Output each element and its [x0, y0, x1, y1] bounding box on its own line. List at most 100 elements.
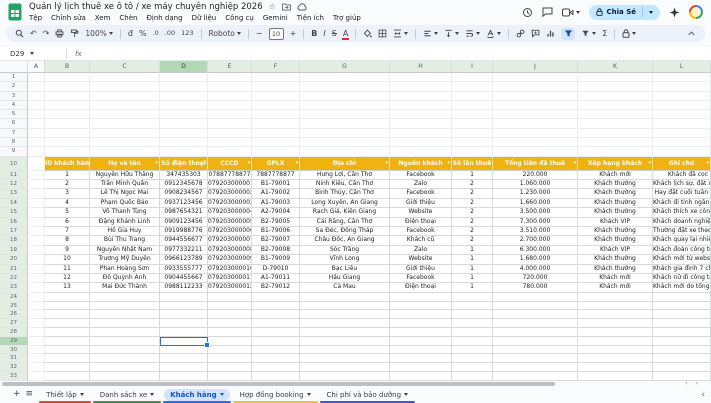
row-header-2[interactable]: 2	[0, 82, 28, 91]
row-header-3[interactable]: 3	[0, 92, 28, 101]
cell-D27[interactable]	[160, 319, 208, 328]
cell-G10[interactable]: Địa chỉ▾	[300, 157, 390, 171]
filter-dropdown-icon[interactable]: ▾	[203, 157, 206, 170]
italic-button[interactable]: I	[323, 30, 325, 38]
cell-E15[interactable]: 079203000004	[208, 208, 252, 217]
cell-H15[interactable]: Website	[390, 208, 452, 217]
cell-A5[interactable]	[28, 110, 45, 119]
cell-K1[interactable]	[578, 73, 653, 82]
cell-J15[interactable]: 3.500.000	[493, 208, 578, 217]
cell-H20[interactable]: Website	[390, 255, 452, 264]
cell-K31[interactable]	[578, 354, 653, 363]
cell-H9[interactable]	[390, 147, 452, 156]
cell-E13[interactable]: 079203000002	[208, 189, 252, 198]
cell-G21[interactable]: Bạc Liêu	[300, 265, 390, 274]
cell-B31[interactable]	[45, 354, 90, 363]
filter-dropdown-icon[interactable]: ▾	[573, 157, 576, 170]
fill-handle[interactable]	[204, 342, 210, 348]
cell-H28[interactable]	[390, 328, 452, 337]
cell-J28[interactable]	[493, 328, 578, 337]
cell-H4[interactable]	[390, 101, 452, 110]
cell-K18[interactable]: Khách thường	[578, 236, 653, 245]
cell-E11[interactable]: 07887778877	[208, 171, 252, 180]
cell-E8[interactable]	[208, 138, 252, 147]
cell-G25[interactable]	[300, 302, 390, 311]
collapse-toolbar-icon[interactable]	[687, 30, 696, 37]
cell-I32[interactable]	[452, 363, 493, 372]
cell-K32[interactable]	[578, 363, 653, 372]
cell-G15[interactable]: Rạch Giá, Kiên Giang	[300, 208, 390, 217]
cell-E28[interactable]	[208, 328, 252, 337]
cell-I7[interactable]	[452, 129, 493, 138]
cell-B8[interactable]	[45, 138, 90, 147]
cell-I12[interactable]: 2	[452, 180, 493, 189]
strikethrough-button[interactable]: S	[332, 30, 337, 38]
cell-F32[interactable]	[252, 363, 300, 372]
cell-H3[interactable]	[390, 92, 452, 101]
cell-A9[interactable]	[28, 147, 45, 156]
sheet-tab-menu-icon[interactable]	[150, 393, 154, 396]
cell-D9[interactable]	[160, 147, 208, 156]
cell-K27[interactable]	[578, 319, 653, 328]
cell-E31[interactable]	[208, 354, 252, 363]
cell-H14[interactable]: Giới thiệu	[390, 199, 452, 208]
cell-K30[interactable]	[578, 346, 653, 355]
cell-J1[interactable]	[493, 73, 578, 82]
column-header-C[interactable]: C	[90, 61, 160, 73]
menu-item[interactable]: Trợ giúp	[333, 14, 361, 22]
sheet-tab-menu-icon[interactable]	[80, 393, 84, 396]
protect-sheet-button[interactable]	[622, 29, 636, 38]
cell-E32[interactable]	[208, 363, 252, 372]
cell-B2[interactable]	[45, 82, 90, 91]
cell-G16[interactable]: Cái Răng, Cần Thơ	[300, 218, 390, 227]
row-header-31[interactable]: 31	[0, 354, 28, 363]
cell-I1[interactable]	[452, 73, 493, 82]
cell-H33[interactable]	[390, 372, 452, 381]
move-folder-icon[interactable]	[282, 3, 291, 11]
cell-K19[interactable]: Khách VIP	[578, 246, 653, 255]
row-header-19[interactable]: 19	[0, 246, 28, 255]
cell-J32[interactable]	[493, 363, 578, 372]
cell-G23[interactable]: Cà Mau	[300, 283, 390, 292]
cell-L26[interactable]	[653, 310, 711, 319]
cell-K20[interactable]: Khách thường	[578, 255, 653, 264]
cell-E3[interactable]	[208, 92, 252, 101]
cell-G22[interactable]: Hậu Giang	[300, 274, 390, 283]
doc-title[interactable]: Quản lý lịch thuê xe ô tô / xe máy chuyê…	[29, 2, 263, 12]
cell-I21[interactable]: 1	[452, 265, 493, 274]
cell-H12[interactable]: Zalo	[390, 180, 452, 189]
cell-E5[interactable]	[208, 110, 252, 119]
cell-B15[interactable]: 5	[45, 208, 90, 217]
row-header-29[interactable]: 29	[0, 337, 28, 346]
column-header-I[interactable]: I	[452, 61, 493, 73]
cell-C25[interactable]	[90, 302, 160, 311]
cell-C27[interactable]	[90, 319, 160, 328]
cell-H23[interactable]: Điện thoại	[390, 283, 452, 292]
cell-L4[interactable]	[653, 101, 711, 110]
cell-G26[interactable]	[300, 310, 390, 319]
cell-J8[interactable]	[493, 138, 578, 147]
cell-H26[interactable]	[390, 310, 452, 319]
cell-C22[interactable]: Đỗ Quỳnh Anh	[90, 274, 160, 283]
cell-J4[interactable]	[493, 101, 578, 110]
cell-G12[interactable]: Ninh Kiều, Cần Thơ	[300, 180, 390, 189]
cell-I4[interactable]	[452, 101, 493, 110]
cell-D5[interactable]	[160, 110, 208, 119]
row-header-33[interactable]: 33	[0, 372, 28, 381]
cell-C14[interactable]: Phạm Quốc Bảo	[90, 199, 160, 208]
row-header-23[interactable]: 23	[0, 283, 28, 292]
cell-I3[interactable]	[452, 92, 493, 101]
cell-F16[interactable]: B2-79005	[252, 218, 300, 227]
row-header-4[interactable]: 4	[0, 101, 28, 110]
cell-D12[interactable]: 0912345678	[160, 180, 208, 189]
cell-B23[interactable]: 13	[45, 283, 90, 292]
cell-L33[interactable]	[653, 372, 711, 381]
cell-A27[interactable]	[28, 319, 45, 328]
cell-E12[interactable]: 079203000001	[208, 180, 252, 189]
cell-L17[interactable]: Thường đặt xe theo nhóm	[653, 227, 711, 236]
cell-L12[interactable]: Khách lịch sự, đặt xe đúng	[653, 180, 711, 189]
insert-comment-icon[interactable]	[531, 29, 540, 38]
menu-item[interactable]: Chèn	[119, 14, 137, 22]
cell-H10[interactable]: Nguồn khách▾	[390, 157, 452, 171]
cell-H29[interactable]	[390, 337, 452, 346]
